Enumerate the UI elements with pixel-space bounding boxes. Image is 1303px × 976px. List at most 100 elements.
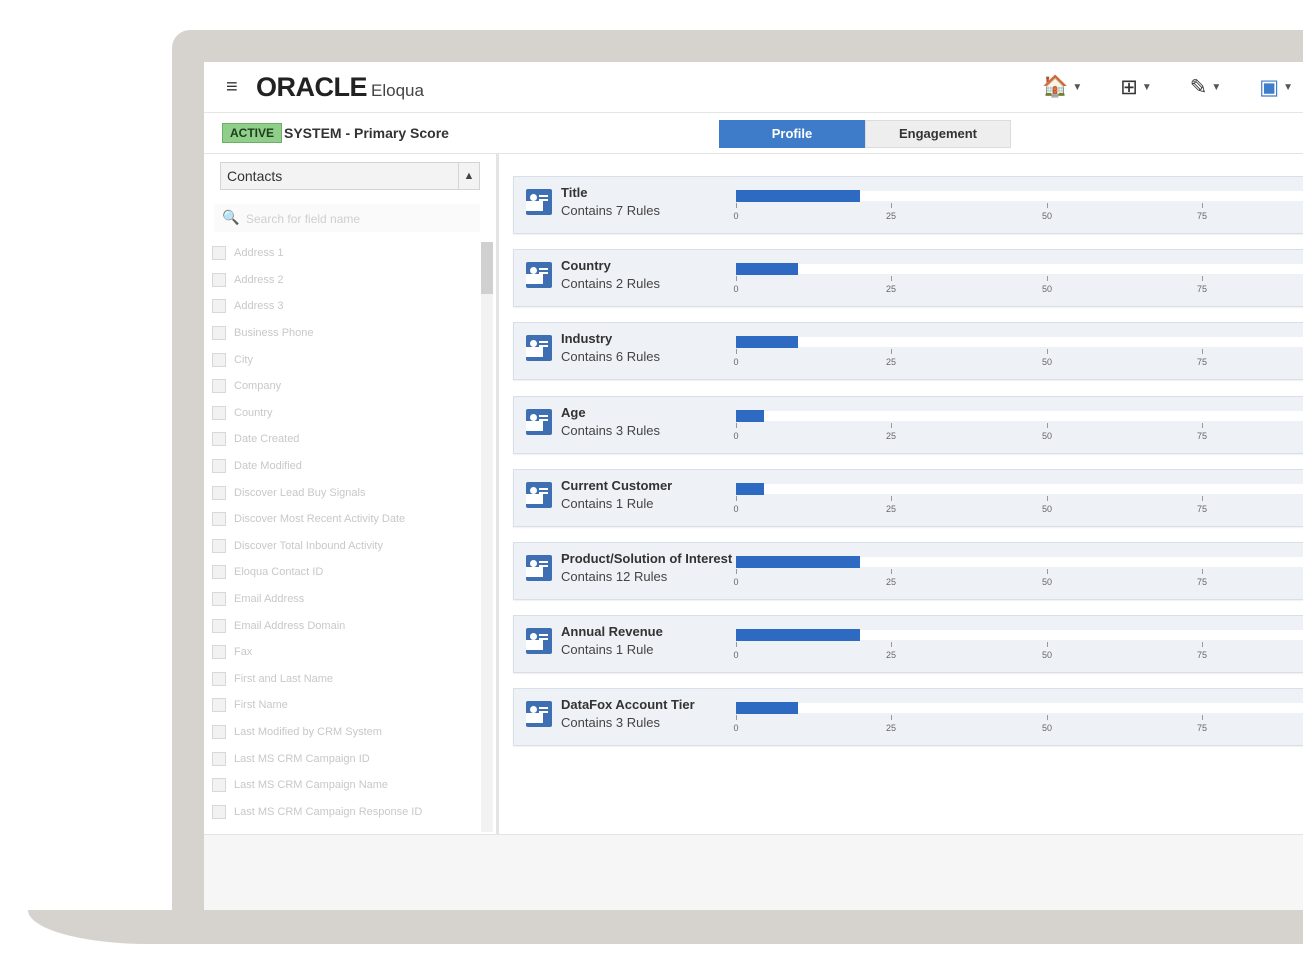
- weight-slider-track[interactable]: [736, 629, 1303, 642]
- field-list-item[interactable]: Discover Lead Buy Signals: [212, 479, 482, 506]
- weight-slider-track[interactable]: [736, 482, 1303, 495]
- criteria-name: Product/Solution of Interest: [561, 550, 733, 566]
- nav-home[interactable]: 🏠 ▼: [1042, 72, 1082, 102]
- field-icon: [212, 618, 226, 633]
- axis-tick: [736, 642, 737, 648]
- weight-slider-track[interactable]: [736, 263, 1303, 276]
- field-icon: [212, 299, 226, 314]
- field-list-item[interactable]: Email Address Domain: [212, 612, 482, 639]
- chevron-down-icon: ▼: [1072, 81, 1083, 93]
- contact-card-icon: [526, 189, 552, 215]
- profile-criteria-row[interactable]: Age Contains 3 Rules 0 25 50 75: [513, 395, 1303, 454]
- entity-select[interactable]: Contacts ▲: [220, 162, 480, 190]
- field-list-item[interactable]: Eloqua Contact ID: [212, 559, 482, 586]
- field-list-item[interactable]: Date Created: [212, 426, 482, 453]
- profile-criteria-row[interactable]: Country Contains 2 Rules 0 25 50 75: [513, 249, 1303, 308]
- field-list-item[interactable]: Address 3: [212, 293, 482, 320]
- weight-slider-track[interactable]: [736, 190, 1303, 202]
- field-label: Business Phone: [234, 327, 314, 340]
- axis-tick: [1047, 422, 1048, 428]
- field-list-item[interactable]: Last MS CRM Campaign Response ID: [212, 798, 482, 825]
- axis-tick: [1047, 495, 1048, 501]
- axis-tick-label: 75: [1196, 650, 1208, 661]
- contact-card-icon: [526, 335, 552, 362]
- scrollbar-thumb[interactable]: [481, 242, 493, 294]
- profile-criteria-row[interactable]: Current Customer Contains 1 Rule 0 25 50 75: [513, 468, 1303, 527]
- field-list-item[interactable]: City: [212, 346, 482, 373]
- field-list-item[interactable]: Address 1: [212, 240, 482, 267]
- footer-area: [204, 834, 1303, 910]
- field-label: Email Address Domain: [234, 619, 346, 632]
- select-arrows-icon: ▲: [458, 163, 479, 189]
- profile-criteria-row[interactable]: Annual Revenue Contains 1 Rule 0 25 50 75: [513, 615, 1303, 674]
- field-list-item[interactable]: Fax: [212, 639, 482, 666]
- field-list-item[interactable]: Last Modified by CRM System: [212, 719, 482, 746]
- axis-tick-label: 50: [1041, 576, 1053, 587]
- contact-card-icon: [526, 628, 552, 655]
- field-list-item[interactable]: Country: [212, 400, 482, 427]
- axis-tick-label: 75: [1196, 723, 1208, 734]
- profile-criteria-row[interactable]: Product/Solution of Interest Contains 12 …: [513, 541, 1303, 600]
- field-label: Date Modified: [234, 460, 302, 473]
- weight-slider-fill[interactable]: [736, 409, 764, 422]
- axis-tick-label: 0: [733, 650, 739, 661]
- axis-tick: [736, 422, 737, 428]
- weight-slider-track[interactable]: [736, 702, 1303, 715]
- weight-axis: 0 25 50 75: [733, 276, 1303, 298]
- axis-tick: [1047, 349, 1048, 355]
- nav-grid[interactable]: ⊞ ▼: [1120, 72, 1152, 102]
- weight-slider-fill[interactable]: [736, 702, 798, 715]
- status-badge: ACTIVE: [222, 123, 283, 143]
- axis-tick-label: 75: [1196, 357, 1208, 368]
- field-list-item[interactable]: Address 2: [212, 267, 482, 294]
- axis-tick: [1047, 203, 1048, 208]
- entity-select-value: Contacts: [227, 168, 283, 184]
- field-list-item[interactable]: Last MS CRM Campaign ID: [212, 745, 482, 772]
- tab-engagement[interactable]: Engagement: [865, 120, 1011, 148]
- field-list-item[interactable]: Discover Most Recent Activity Date: [212, 506, 482, 533]
- criteria-name: Title: [561, 185, 588, 200]
- grid-icon: ⊞: [1120, 75, 1138, 99]
- contact-card-icon: [526, 554, 552, 581]
- weight-slider-fill[interactable]: [736, 482, 764, 495]
- field-list-item[interactable]: First Name: [212, 692, 482, 719]
- weight-slider-track[interactable]: [736, 555, 1303, 568]
- weight-slider-fill[interactable]: [736, 629, 860, 642]
- axis-tick-label: 0: [733, 357, 739, 368]
- field-label: Address 1: [234, 247, 284, 260]
- field-list-item[interactable]: Company: [212, 373, 482, 400]
- weight-slider-fill[interactable]: [736, 190, 860, 202]
- nav-edit[interactable]: ✎ ▼: [1190, 72, 1222, 102]
- weight-slider-fill[interactable]: [736, 555, 860, 568]
- axis-tick-label: 25: [885, 576, 897, 587]
- field-list-item[interactable]: Date Modified: [212, 453, 482, 480]
- weight-slider-fill[interactable]: [736, 336, 798, 349]
- field-search-input[interactable]: [244, 208, 468, 230]
- laptop-base: [28, 910, 1303, 944]
- tab-profile[interactable]: Profile: [719, 120, 865, 148]
- logo-sub: Eloqua: [371, 81, 424, 100]
- weight-slider-track[interactable]: [736, 336, 1303, 349]
- profile-criteria-row[interactable]: DataFox Account Tier Contains 3 Rules 0 25 5…: [513, 688, 1303, 747]
- profile-criteria-row[interactable]: Title Contains 7 Rules 0 25 50 75: [513, 176, 1303, 234]
- field-icon: [212, 698, 226, 713]
- field-list-item[interactable]: First and Last Name: [212, 666, 482, 693]
- sidebar-scrollbar[interactable]: [481, 242, 493, 832]
- field-list-item[interactable]: Last MS CRM Campaign Name: [212, 772, 482, 799]
- axis-tick: [891, 568, 892, 574]
- axis-tick: [736, 495, 737, 501]
- weight-slider-track[interactable]: [736, 409, 1303, 422]
- axis-tick-label: 0: [733, 430, 739, 441]
- axis-tick: [891, 642, 892, 648]
- field-list-item[interactable]: Email Address: [212, 586, 482, 613]
- axis-tick: [891, 276, 892, 282]
- field-label: Country: [234, 406, 273, 419]
- field-list-item[interactable]: Business Phone: [212, 320, 482, 347]
- field-list-item[interactable]: Discover Total Inbound Activity: [212, 533, 482, 560]
- profile-criteria-row[interactable]: Industry Contains 6 Rules 0 25 50 75: [513, 322, 1303, 381]
- hamburger-icon[interactable]: ≡: [226, 77, 238, 97]
- weight-slider-fill[interactable]: [736, 263, 798, 276]
- field-icon: [212, 485, 226, 500]
- axis-tick: [891, 203, 892, 208]
- nav-contacts[interactable]: ▣ ▼: [1259, 72, 1293, 102]
